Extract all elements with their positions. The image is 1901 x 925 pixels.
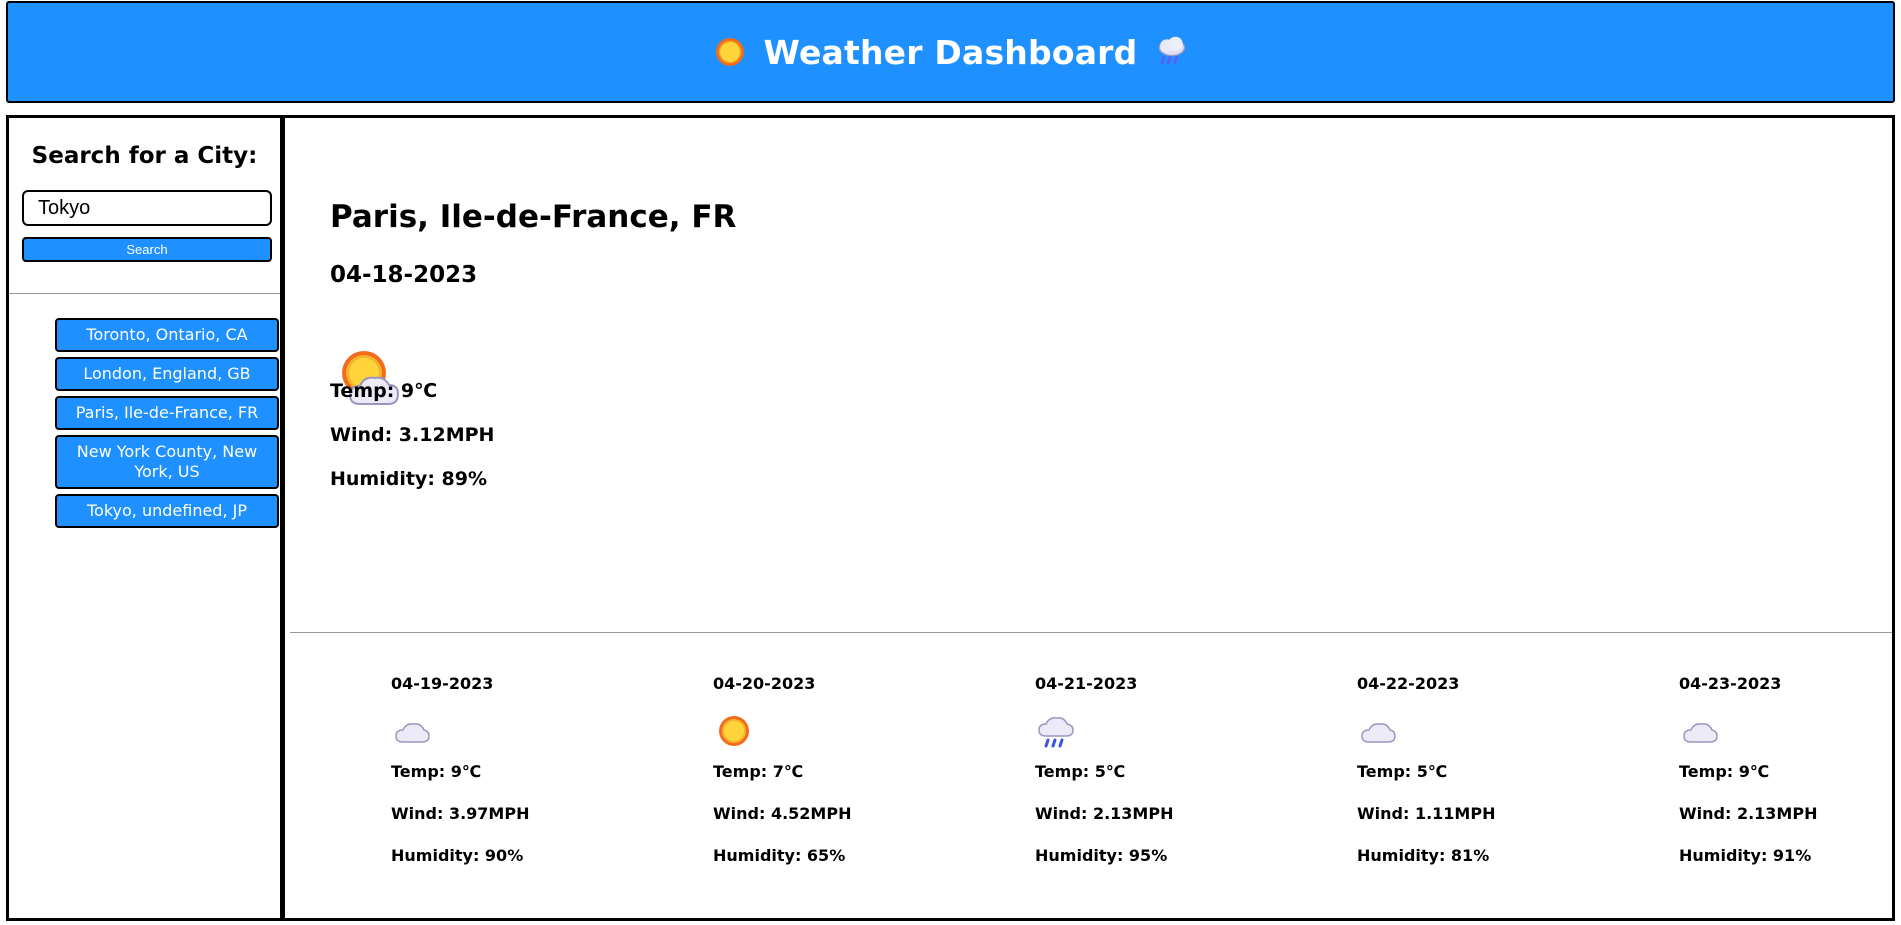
forecast-wind: Wind: 2.13MPH — [1035, 804, 1174, 823]
history-item-london[interactable]: London, England, GB — [55, 357, 279, 391]
search-button[interactable]: Search — [22, 237, 272, 262]
forecast-card: 04-22-2023 Temp: 5℃ Wind: 1.11MPH Humidi… — [1357, 634, 1587, 914]
main-frame: Search for a City: Search Toronto, Ontar… — [6, 115, 1895, 921]
forecast-temp: Temp: 9℃ — [391, 762, 482, 781]
current-city-name: Paris, Ile-de-France, FR — [330, 199, 737, 235]
forecast-wind: Wind: 2.13MPH — [1679, 804, 1818, 823]
search-heading: Search for a City: — [31, 143, 258, 169]
history-item-new-york[interactable]: New York County, New York, US — [55, 435, 279, 489]
current-wind: Wind: 3.12MPH — [330, 424, 495, 446]
history-item-toronto[interactable]: Toronto, Ontario, CA — [55, 318, 279, 352]
city-search-input[interactable] — [22, 190, 272, 226]
forecast-card: 04-21-2023 Temp: 5℃ Wind: 2.13MPH Humidi… — [1035, 634, 1265, 914]
forecast-wind: Wind: 3.97MPH — [391, 804, 530, 823]
forecast-date: 04-22-2023 — [1357, 674, 1460, 693]
sidebar: Search for a City: Search Toronto, Ontar… — [9, 118, 285, 918]
current-weather: Paris, Ile-de-France, FR 04-18-2023 Temp… — [290, 118, 1892, 633]
forecast-temp: Temp: 9℃ — [1679, 762, 1770, 781]
sun-icon — [719, 716, 749, 746]
current-humidity: Humidity: 89% — [330, 468, 488, 490]
forecast-card: 04-20-2023 Temp: 7℃ Wind: 4.52MPH Humidi… — [713, 634, 943, 914]
forecast-temp: Temp: 7℃ — [713, 762, 804, 781]
current-date: 04-18-2023 — [330, 262, 478, 288]
forecast-temp: Temp: 5℃ — [1357, 762, 1448, 781]
rain-cloud-icon — [1159, 36, 1186, 65]
forecast-date: 04-23-2023 — [1679, 674, 1782, 693]
current-temp: Temp: 9℃ — [330, 380, 438, 402]
search-history-list: Toronto, Ontario, CA London, England, GB… — [55, 318, 282, 533]
forecast-humidity: Humidity: 81% — [1357, 846, 1490, 865]
forecast-humidity: Humidity: 91% — [1679, 846, 1812, 865]
rain-cloud-icon — [1038, 717, 1074, 748]
app-header: Weather Dashboard — [6, 1, 1895, 103]
cloud-icon — [395, 723, 430, 743]
history-item-paris[interactable]: Paris, Ile-de-France, FR — [55, 396, 279, 430]
sun-icon — [715, 38, 744, 66]
forecast-date: 04-21-2023 — [1035, 674, 1138, 693]
forecast-humidity: Humidity: 65% — [713, 846, 846, 865]
forecast-card: 04-19-2023 Temp: 9℃ Wind: 3.97MPH Humidi… — [391, 634, 621, 914]
forecast-humidity: Humidity: 90% — [391, 846, 524, 865]
forecast-card: 04-23-2023 Temp: 9℃ Wind: 2.13MPH Humidi… — [1679, 634, 1901, 914]
forecast-date: 04-20-2023 — [713, 674, 816, 693]
history-item-tokyo[interactable]: Tokyo, undefined, JP — [55, 494, 279, 528]
forecast-section: 04-19-2023 Temp: 9℃ Wind: 3.97MPH Humidi… — [290, 634, 1892, 918]
cloud-icon — [1683, 723, 1718, 743]
forecast-humidity: Humidity: 95% — [1035, 846, 1168, 865]
forecast-wind: Wind: 1.11MPH — [1357, 804, 1496, 823]
app-title: Weather Dashboard — [763, 32, 1138, 72]
cloud-icon — [1361, 723, 1396, 743]
forecast-temp: Temp: 5℃ — [1035, 762, 1126, 781]
forecast-wind: Wind: 4.52MPH — [713, 804, 852, 823]
forecast-date: 04-19-2023 — [391, 674, 494, 693]
sidebar-divider — [9, 293, 280, 294]
